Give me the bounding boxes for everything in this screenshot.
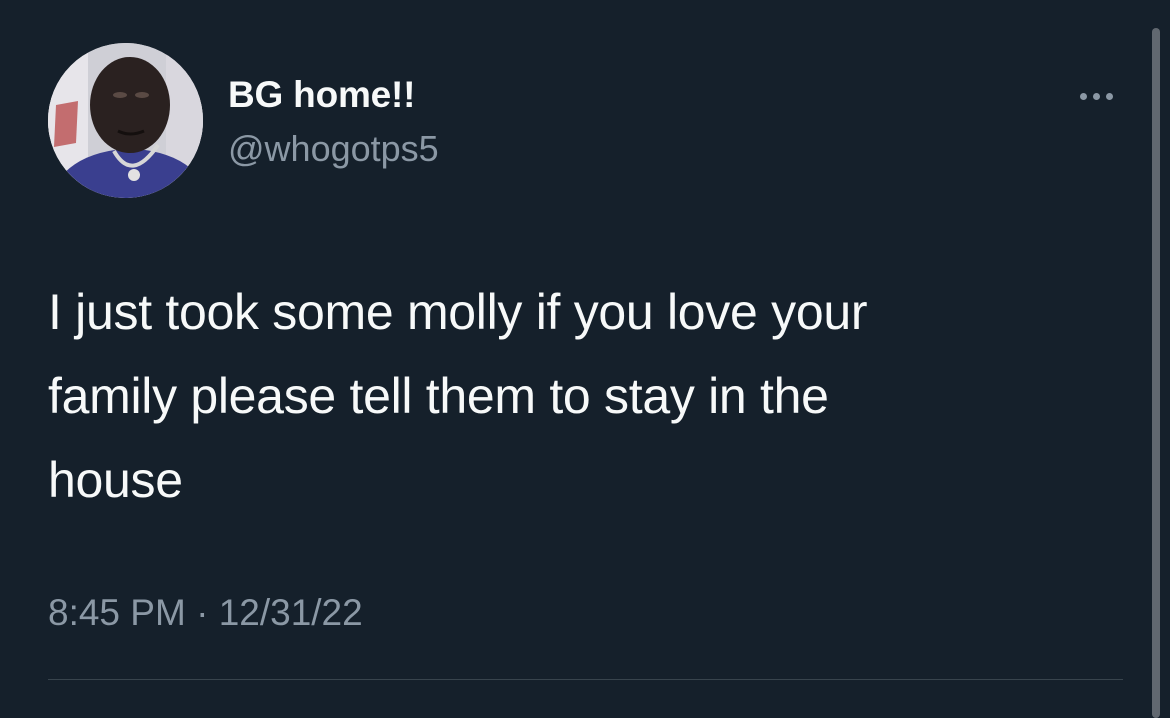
divider — [48, 679, 1123, 680]
more-options-button[interactable] — [1066, 78, 1126, 114]
avatar-image — [48, 43, 203, 198]
timestamp-date: 12/31/22 — [218, 592, 363, 633]
tweet-card: BG home!! @whogotps5 I just took some mo… — [0, 0, 1170, 718]
tweet-text: I just took some molly if you love your … — [48, 270, 1108, 522]
scrollbar[interactable] — [1152, 28, 1160, 718]
author-avatar[interactable] — [48, 43, 203, 198]
ellipsis-icon — [1105, 92, 1113, 100]
tweet-timestamp[interactable]: 8:45 PM · 12/31/22 — [48, 592, 363, 634]
tweet-text-line: house — [48, 452, 183, 508]
timestamp-separator: · — [196, 592, 209, 633]
ellipsis-icon — [1092, 92, 1100, 100]
author-display-name[interactable]: BG home!! — [228, 74, 416, 116]
author-handle[interactable]: @whogotps5 — [228, 128, 439, 170]
timestamp-time: 8:45 PM — [48, 592, 186, 633]
tweet-text-line: I just took some molly if you love your — [48, 284, 868, 340]
ellipsis-icon — [1079, 92, 1087, 100]
tweet-text-line: family please tell them to stay in the — [48, 368, 829, 424]
